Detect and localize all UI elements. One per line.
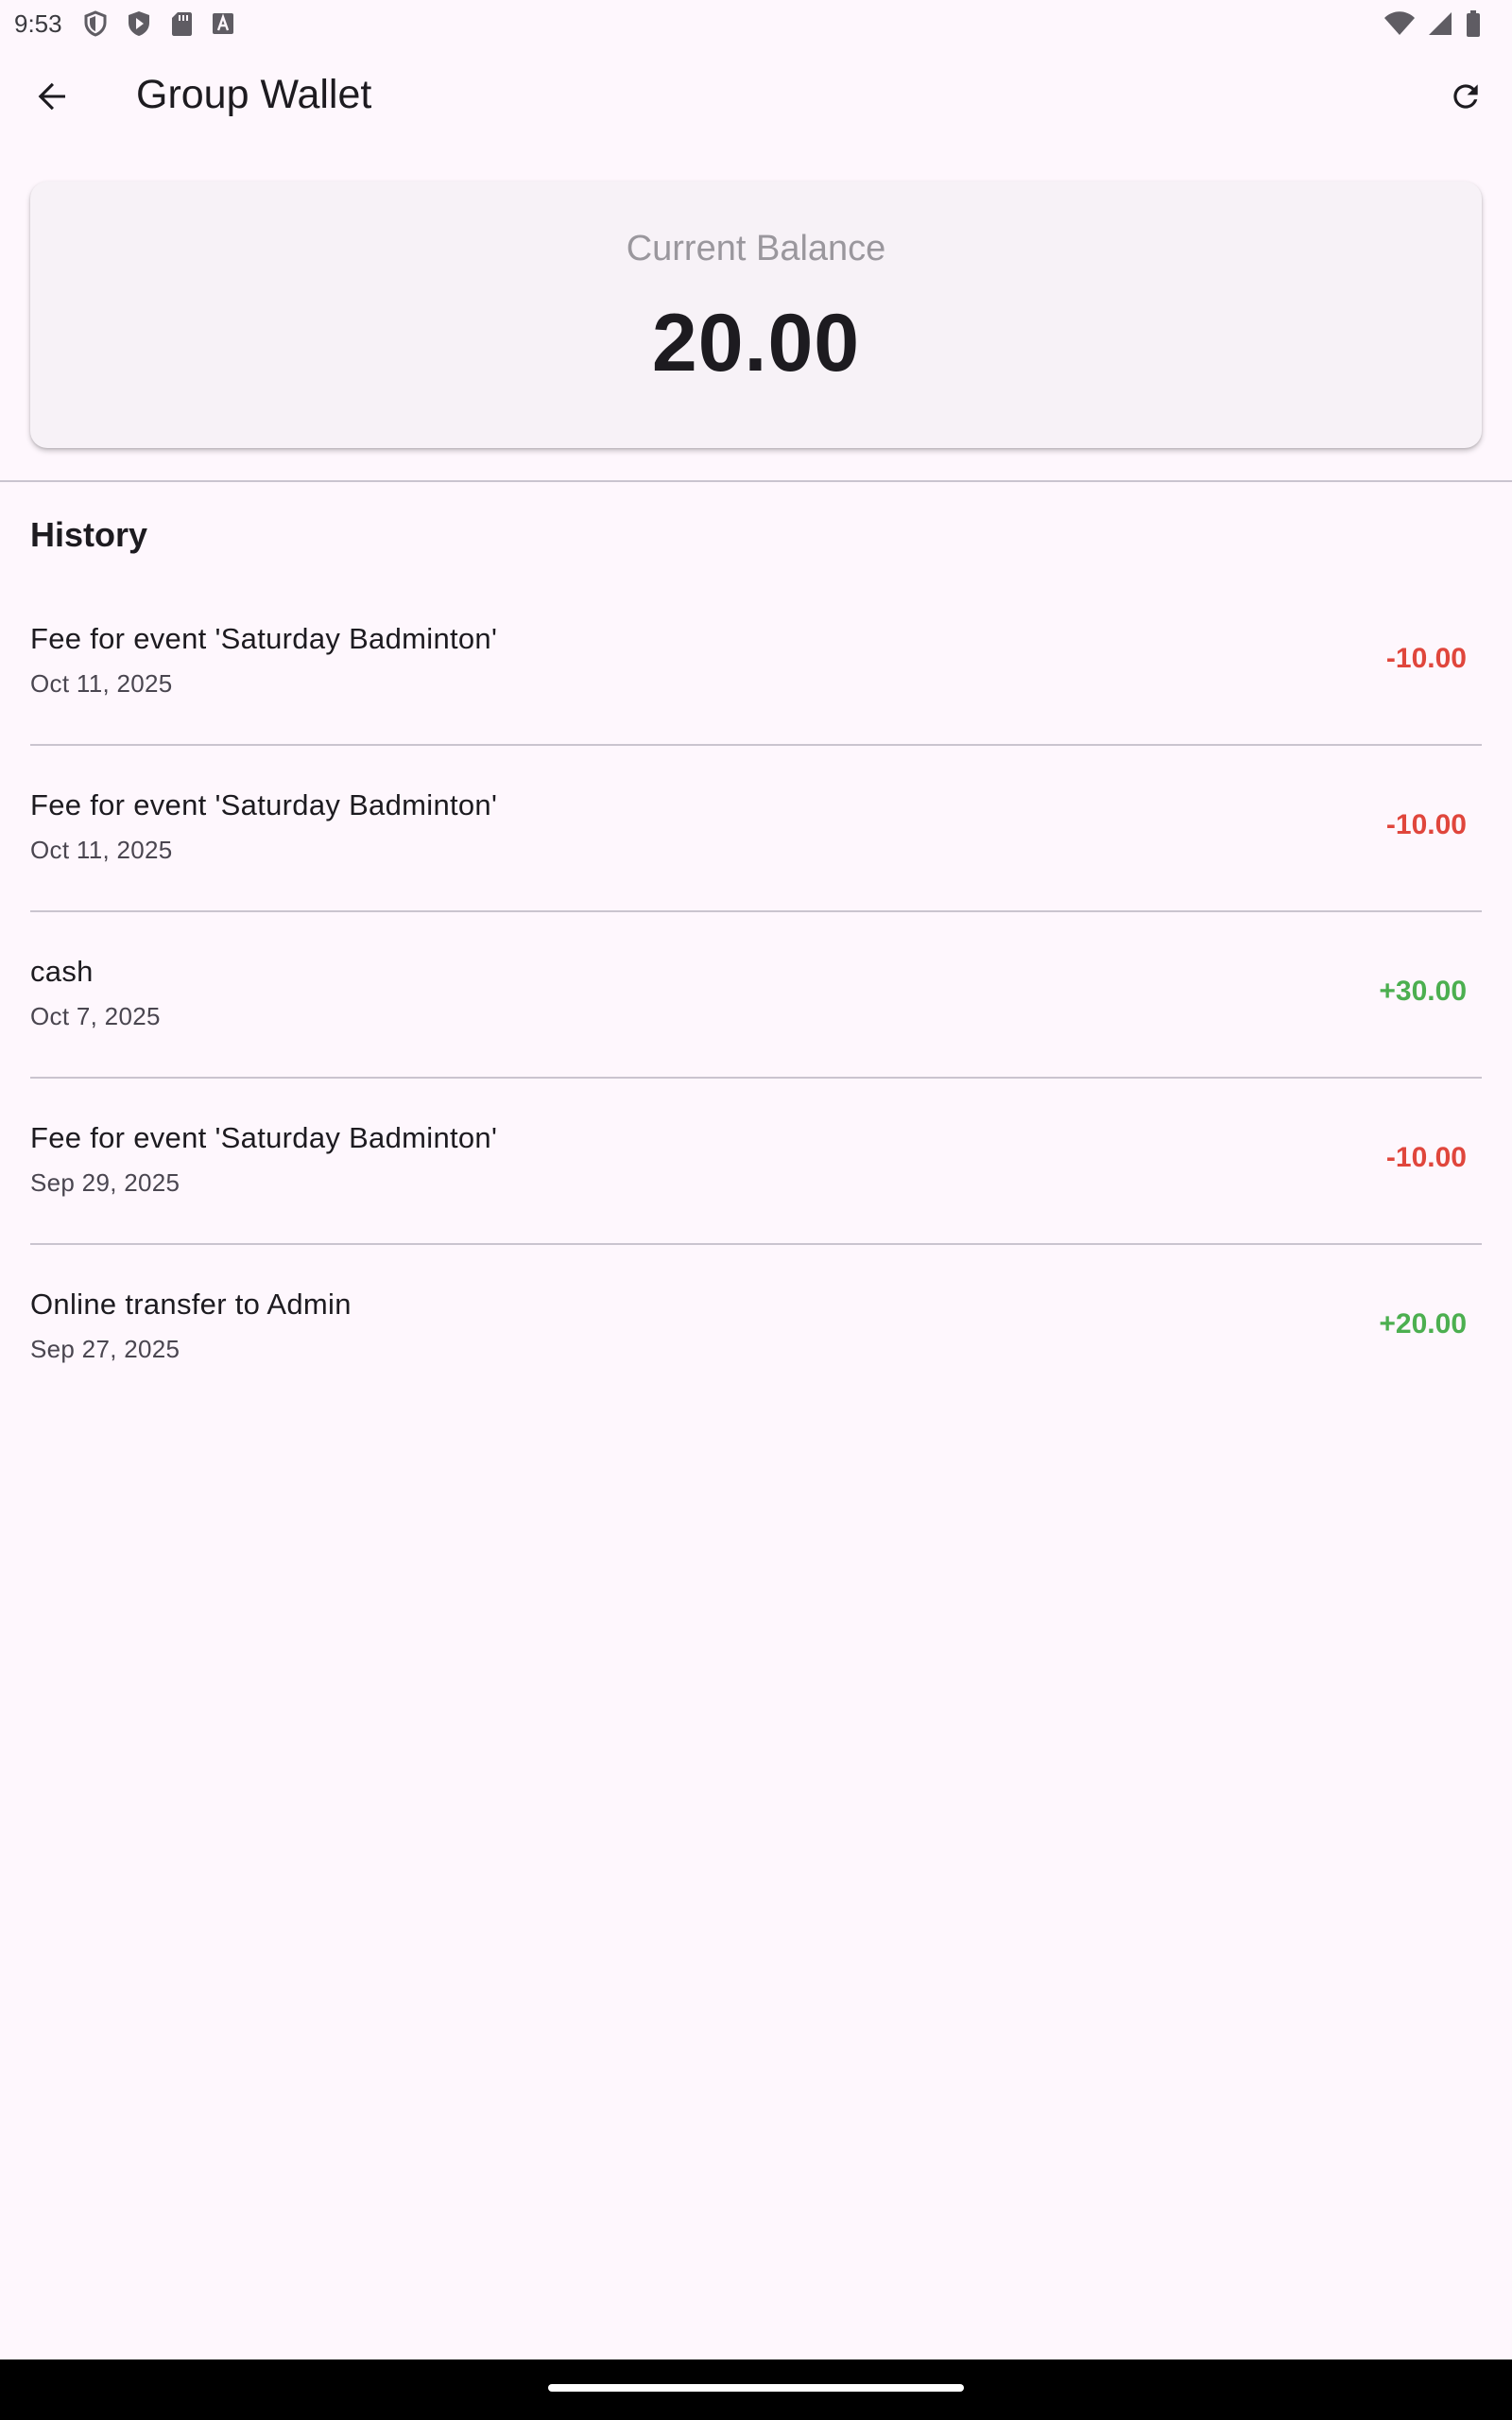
refresh-icon [1448, 78, 1484, 119]
transaction-amount: -10.00 [1385, 809, 1467, 840]
section-divider [0, 480, 1512, 482]
arrow-back-icon [35, 79, 69, 118]
transaction-date: Oct 11, 2025 [30, 669, 173, 698]
app-bar: Group Wallet [0, 47, 1512, 147]
status-icons-left [83, 10, 234, 37]
transaction-row[interactable]: Fee for event 'Saturday Badminton' Oct 1… [30, 744, 1482, 911]
play-protect-icon [127, 10, 151, 37]
transaction-description: cash [30, 955, 94, 988]
transaction-date: Oct 11, 2025 [30, 836, 173, 864]
status-bar: 9:53 [0, 0, 1512, 47]
transaction-date: Sep 27, 2025 [30, 1335, 180, 1363]
status-icons-right [1383, 9, 1482, 38]
balance-card: Current Balance 20.00 [30, 182, 1482, 448]
balance-value: 20.00 [651, 298, 861, 389]
wifi-icon [1383, 10, 1416, 37]
transaction-row[interactable]: Fee for event 'Saturday Badminton' Sep 2… [30, 1077, 1482, 1244]
battery-icon [1465, 9, 1482, 38]
font-a-icon [212, 11, 234, 36]
wallet-screen: 9:53 Group Wallet Current Balance 20.00 … [0, 0, 1512, 2420]
transaction-date: Sep 29, 2025 [30, 1168, 180, 1197]
transaction-description: Fee for event 'Saturday Badminton' [30, 1121, 498, 1154]
transaction-amount: +30.00 [1379, 976, 1467, 1007]
shield-icon [83, 10, 108, 37]
transaction-description: Online transfer to Admin [30, 1288, 352, 1321]
history-heading: History [30, 515, 148, 554]
transaction-list: Fee for event 'Saturday Badminton' Oct 1… [30, 579, 1482, 1410]
status-time: 9:53 [14, 9, 62, 38]
transaction-description: Fee for event 'Saturday Badminton' [30, 622, 498, 655]
transaction-amount: +20.00 [1379, 1308, 1467, 1340]
navigation-bar [0, 2360, 1512, 2420]
transaction-row[interactable]: cash Oct 7, 2025 +30.00 [30, 910, 1482, 1078]
page-title: Group Wallet [136, 72, 372, 117]
transaction-amount: -10.00 [1385, 1142, 1467, 1173]
transaction-row[interactable]: Fee for event 'Saturday Badminton' Oct 1… [30, 579, 1482, 745]
transaction-row[interactable]: Online transfer to Admin Sep 27, 2025 +2… [30, 1243, 1482, 1410]
transaction-date: Oct 7, 2025 [30, 1002, 161, 1030]
refresh-button[interactable] [1436, 71, 1495, 126]
transaction-description: Fee for event 'Saturday Badminton' [30, 788, 498, 821]
back-button[interactable] [25, 71, 79, 126]
transaction-amount: -10.00 [1385, 643, 1467, 674]
home-indicator[interactable] [548, 2384, 964, 2392]
balance-label: Current Balance [626, 229, 886, 268]
sd-card-icon [170, 10, 193, 37]
cell-signal-icon [1427, 10, 1453, 37]
